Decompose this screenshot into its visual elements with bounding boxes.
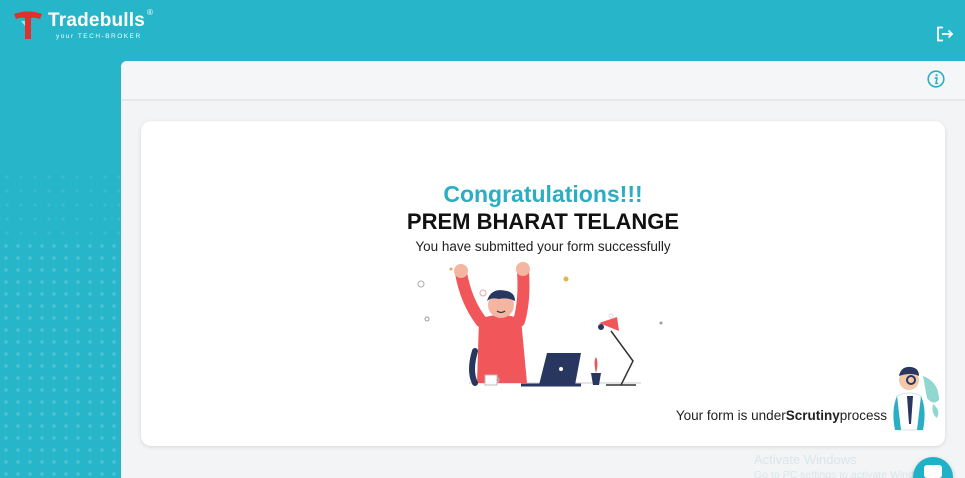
watermark-subtitle: Go to PC settings to activate Windows. bbox=[754, 469, 919, 478]
status-prefix: Your form is under bbox=[675, 408, 786, 423]
celebration-illustration bbox=[417, 262, 663, 387]
status-emphasis: Scrutiny bbox=[785, 408, 840, 423]
success-card: Congratulations!!! PREM BHARAT TELANGE Y… bbox=[141, 121, 945, 446]
submission-message: You have submitted your form successfull… bbox=[415, 239, 671, 254]
congratulations-heading: Congratulations!!! bbox=[443, 181, 643, 207]
form-status-text: Your form is underScrutinyprocess bbox=[676, 408, 887, 423]
background-pattern-top bbox=[0, 170, 120, 240]
brand-tagline: your TECH-BROKER bbox=[56, 33, 142, 40]
windows-activation-watermark: Activate Windows Go to PC settings to ac… bbox=[754, 452, 919, 478]
brand-logo[interactable]: Tradebulls ® your TECH-BROKER bbox=[12, 8, 153, 42]
brand-name: Tradebulls bbox=[48, 10, 146, 31]
applicant-name: PREM BHARAT TELANGE bbox=[406, 209, 680, 234]
detective-mascot-icon bbox=[893, 366, 939, 431]
panel-header bbox=[121, 61, 965, 101]
background-pattern bbox=[0, 240, 120, 478]
brand-registered-mark: ® bbox=[147, 8, 153, 17]
logout-icon[interactable] bbox=[936, 26, 954, 42]
tradebulls-logo-icon bbox=[14, 11, 42, 39]
watermark-title: Activate Windows bbox=[754, 452, 857, 467]
info-icon[interactable] bbox=[927, 70, 945, 88]
status-suffix: process bbox=[839, 408, 887, 423]
chat-icon bbox=[924, 465, 942, 478]
main-panel: Congratulations!!! PREM BHARAT TELANGE Y… bbox=[121, 61, 965, 478]
